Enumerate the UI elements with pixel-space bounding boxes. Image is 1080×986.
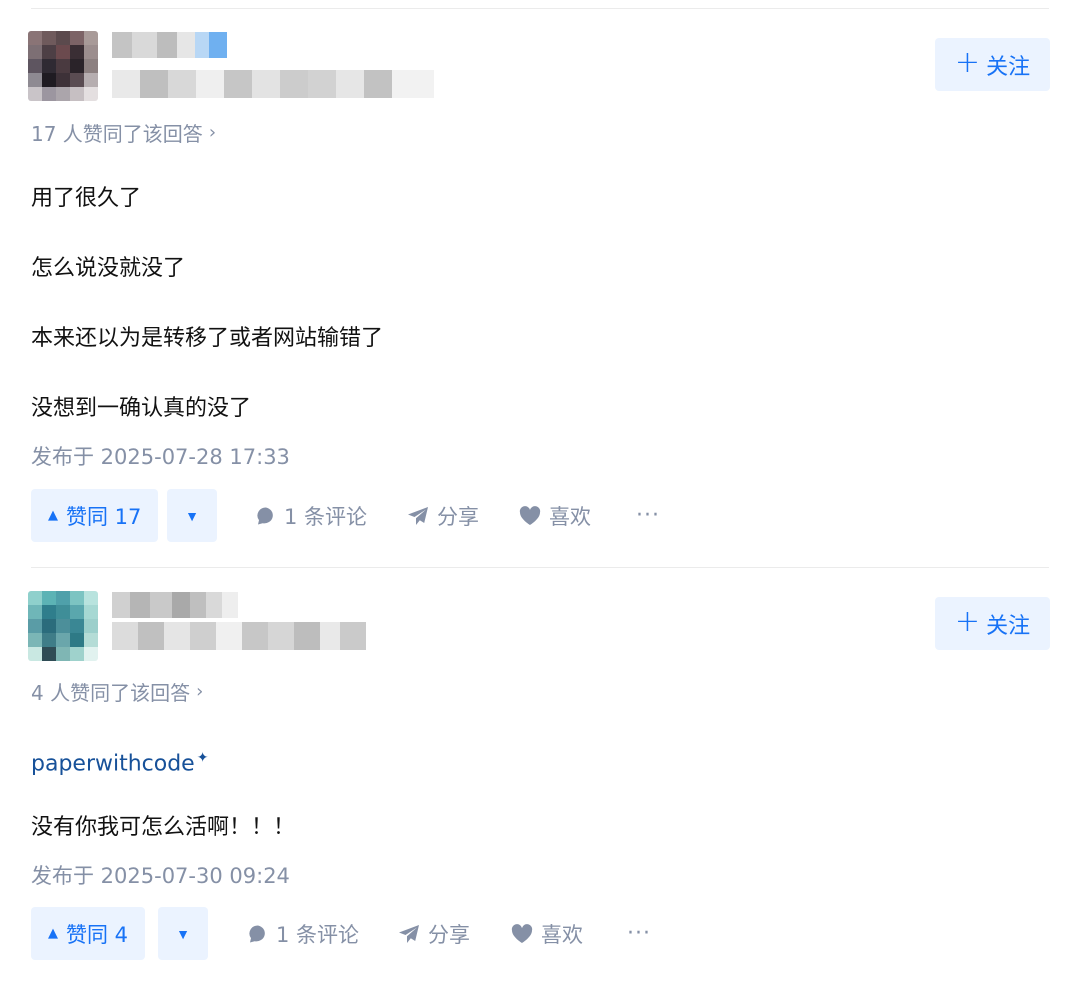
paper-plane-icon (408, 506, 428, 525)
share-button[interactable]: 分享 (398, 907, 470, 960)
like-button[interactable]: 喜欢 (519, 489, 591, 542)
top-divider (31, 8, 1049, 9)
voters-link[interactable]: 4 人赞同了该回答 › (31, 677, 203, 706)
follow-label: 关注 (986, 54, 1031, 80)
share-label: 分享 (437, 504, 479, 529)
author-name-blurred[interactable] (112, 592, 238, 618)
like-label: 喜欢 (541, 922, 583, 947)
triangle-down-icon: ▼ (185, 507, 199, 524)
like-button[interactable]: 喜欢 (511, 907, 583, 960)
share-label: 分享 (428, 922, 470, 947)
comment-label: 1 条评论 (284, 504, 368, 529)
downvote-button[interactable]: ▼ (167, 489, 217, 542)
follow-button[interactable]: + 关注 (935, 597, 1050, 650)
paper-plane-icon (399, 924, 419, 943)
downvote-button[interactable]: ▼ (158, 907, 208, 960)
author-name-blurred[interactable] (112, 32, 227, 58)
comment-label: 1 条评论 (276, 922, 360, 947)
voters-link[interactable]: 17 人赞同了该回答 › (31, 118, 216, 147)
published-time[interactable]: 发布于 2025-07-30 09:24 (31, 860, 290, 890)
author-avatar-blurred[interactable] (28, 591, 98, 661)
heart-icon (511, 923, 533, 943)
comment-button[interactable]: 1 条评论 (248, 907, 359, 960)
heart-icon (519, 505, 541, 525)
answer-divider (31, 567, 1049, 568)
answer-link[interactable]: paperwithcode ✦ (31, 743, 208, 779)
voters-text: 17 人赞同了该回答 (31, 122, 203, 146)
triangle-down-icon: ▼ (176, 925, 190, 942)
author-bio-blurred (112, 622, 366, 650)
link-text: paperwithcode (31, 751, 195, 777)
plus-icon: + (954, 604, 981, 639)
comment-bubble-icon (257, 506, 273, 524)
follow-button[interactable]: + 关注 (935, 38, 1050, 91)
chevron-right-icon: › (208, 122, 217, 143)
answer-paragraph: 用了很久了 (31, 186, 142, 211)
author-avatar-blurred[interactable] (28, 31, 98, 101)
triangle-up-icon: ▲ (48, 926, 58, 941)
upvote-label: 赞同 17 (66, 504, 142, 529)
author-bio-blurred (112, 70, 434, 98)
answer-paragraph: 怎么说没就没了 (31, 256, 186, 281)
comment-button[interactable]: 1 条评论 (256, 489, 367, 542)
ellipsis-icon[interactable]: ··· (627, 907, 651, 960)
like-label: 喜欢 (549, 504, 591, 529)
share-button[interactable]: 分享 (407, 489, 479, 542)
chevron-right-icon: › (196, 681, 204, 702)
plus-icon: + (954, 45, 981, 80)
answer-feed: + 关注 17 人赞同了该回答 › 用了很久了 怎么说没就没了 本来还以为是转移… (0, 0, 1080, 986)
upvote-button[interactable]: ▲ 赞同 4 (31, 907, 146, 960)
comment-bubble-icon (249, 924, 265, 942)
published-time[interactable]: 发布于 2025-07-28 17:33 (31, 441, 290, 471)
triangle-up-icon: ▲ (48, 508, 58, 523)
upvote-button[interactable]: ▲ 赞同 17 (31, 489, 159, 542)
ellipsis-icon[interactable]: ··· (636, 489, 660, 542)
answer-paragraph: 没有你我可怎么活啊！！！ (31, 815, 296, 840)
voters-text: 4 人赞同了该回答 (31, 681, 191, 705)
sparkle-icon: ✦ (196, 750, 209, 766)
answer-paragraph: 本来还以为是转移了或者网站输错了 (31, 326, 384, 351)
follow-label: 关注 (986, 613, 1031, 639)
answer-paragraph: 没想到一确认真的没了 (31, 396, 252, 421)
upvote-label: 赞同 4 (66, 922, 129, 947)
